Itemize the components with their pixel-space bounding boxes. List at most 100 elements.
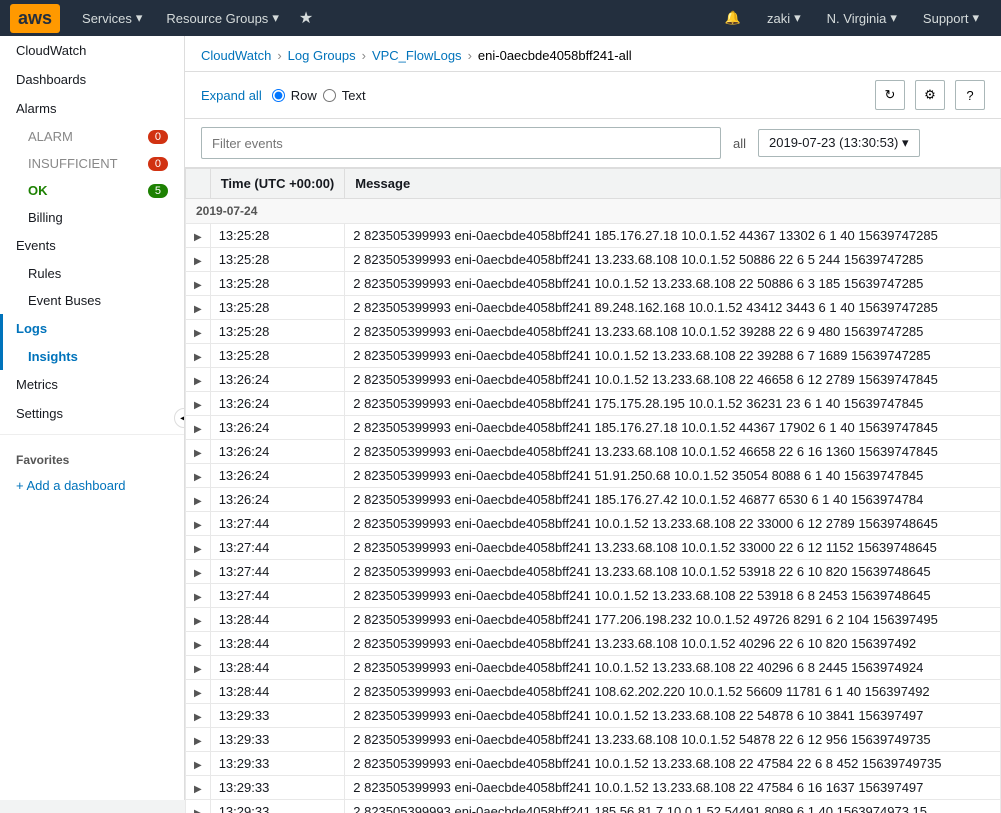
table-row[interactable]: ▶ 13:26:24 2 823505399993 eni-0aecbde405… (186, 440, 1001, 464)
breadcrumb-cloudwatch[interactable]: CloudWatch (201, 48, 271, 63)
log-time: 13:25:28 (210, 272, 345, 296)
sidebar-item-events[interactable]: Events (0, 231, 184, 260)
sidebar-item-settings[interactable]: Settings (0, 399, 184, 428)
expand-arrow-icon[interactable]: ▶ (194, 568, 202, 579)
log-message: 2 823505399993 eni-0aecbde4058bff241 10.… (345, 512, 1001, 536)
sidebar-item-ok[interactable]: OK 5 (0, 177, 184, 204)
expand-arrow-icon[interactable]: ▶ (194, 712, 202, 723)
expand-arrow-icon[interactable]: ▶ (194, 472, 202, 483)
breadcrumb-sep-1: › (277, 48, 281, 63)
table-row[interactable]: ▶ 13:29:33 2 823505399993 eni-0aecbde405… (186, 704, 1001, 728)
table-row[interactable]: ▶ 13:29:33 2 823505399993 eni-0aecbde405… (186, 728, 1001, 752)
text-radio-label[interactable]: Text (342, 88, 366, 103)
table-row[interactable]: ▶ 13:26:24 2 823505399993 eni-0aecbde405… (186, 416, 1001, 440)
table-row[interactable]: ▶ 13:26:24 2 823505399993 eni-0aecbde405… (186, 392, 1001, 416)
date-value: 2019-07-23 (13:30:53) ▾ (769, 135, 909, 151)
row-radio[interactable] (272, 89, 285, 102)
table-row[interactable]: ▶ 13:25:28 2 823505399993 eni-0aecbde405… (186, 296, 1001, 320)
table-row[interactable]: ▶ 13:28:44 2 823505399993 eni-0aecbde405… (186, 656, 1001, 680)
expand-arrow-icon[interactable]: ▶ (194, 496, 202, 507)
sidebar-item-alarms[interactable]: Alarms (0, 94, 184, 123)
services-menu[interactable]: Services ▾ (70, 0, 154, 36)
table-row[interactable]: ▶ 13:26:24 2 823505399993 eni-0aecbde405… (186, 368, 1001, 392)
expand-arrow-icon[interactable]: ▶ (194, 616, 202, 627)
table-row[interactable]: ▶ 13:25:28 2 823505399993 eni-0aecbde405… (186, 272, 1001, 296)
table-row[interactable]: ▶ 13:25:28 2 823505399993 eni-0aecbde405… (186, 224, 1001, 248)
table-row[interactable]: ▶ 13:27:44 2 823505399993 eni-0aecbde405… (186, 536, 1001, 560)
expand-arrow-icon[interactable]: ▶ (194, 544, 202, 555)
expand-arrow-icon[interactable]: ▶ (194, 352, 202, 363)
expand-arrow-icon[interactable]: ▶ (194, 400, 202, 411)
sidebar-item-metrics[interactable]: Metrics (0, 370, 184, 399)
region-menu[interactable]: N. Virginia ▾ (815, 0, 909, 36)
table-row[interactable]: ▶ 13:25:28 2 823505399993 eni-0aecbde405… (186, 248, 1001, 272)
table-row[interactable]: ▶ 13:29:33 2 823505399993 eni-0aecbde405… (186, 776, 1001, 800)
table-row[interactable]: ▶ 13:26:24 2 823505399993 eni-0aecbde405… (186, 488, 1001, 512)
refresh-button[interactable]: ↻ (875, 80, 905, 110)
log-time: 13:28:44 (210, 680, 345, 704)
expand-arrow-icon[interactable]: ▶ (194, 736, 202, 747)
expand-arrow-icon[interactable]: ▶ (194, 232, 202, 243)
table-row[interactable]: ▶ 13:28:44 2 823505399993 eni-0aecbde405… (186, 680, 1001, 704)
sidebar-item-logs[interactable]: Logs (0, 314, 184, 343)
log-message: 2 823505399993 eni-0aecbde4058bff241 175… (345, 392, 1001, 416)
expand-arrow-icon[interactable]: ▶ (194, 256, 202, 267)
expand-arrow-icon[interactable]: ▶ (194, 304, 202, 315)
table-row[interactable]: ▶ 13:28:44 2 823505399993 eni-0aecbde405… (186, 632, 1001, 656)
log-time: 13:25:28 (210, 248, 345, 272)
sidebar-item-insufficient[interactable]: INSUFFICIENT 0 (0, 150, 184, 177)
time-col-header: Time (UTC +00:00) (210, 169, 345, 199)
breadcrumb-sep-3: › (468, 48, 472, 63)
expand-arrow-icon[interactable]: ▶ (194, 784, 202, 795)
table-row[interactable]: ▶ 13:27:44 2 823505399993 eni-0aecbde405… (186, 584, 1001, 608)
log-table-wrapper: Time (UTC +00:00) Message 2019-07-24 ▶ 1… (185, 168, 1001, 813)
expand-arrow-icon[interactable]: ▶ (194, 688, 202, 699)
table-row[interactable]: ▶ 13:25:28 2 823505399993 eni-0aecbde405… (186, 344, 1001, 368)
add-dashboard-button[interactable]: + Add a dashboard (0, 471, 184, 500)
services-label: Services (82, 11, 132, 26)
log-message: 2 823505399993 eni-0aecbde4058bff241 13.… (345, 440, 1001, 464)
expand-arrow-icon[interactable]: ▶ (194, 376, 202, 387)
table-row[interactable]: ▶ 13:27:44 2 823505399993 eni-0aecbde405… (186, 560, 1001, 584)
log-time: 13:26:24 (210, 392, 345, 416)
expand-arrow-icon[interactable]: ▶ (194, 640, 202, 651)
table-row[interactable]: ▶ 13:28:44 2 823505399993 eni-0aecbde405… (186, 608, 1001, 632)
text-radio[interactable] (323, 89, 336, 102)
support-menu[interactable]: Support ▾ (911, 0, 991, 36)
expand-arrow-icon[interactable]: ▶ (194, 760, 202, 771)
bell-icon[interactable]: 🔔 (713, 0, 753, 36)
table-row[interactable]: ▶ 13:27:44 2 823505399993 eni-0aecbde405… (186, 512, 1001, 536)
row-radio-label[interactable]: Row (291, 88, 317, 103)
expand-arrow-icon[interactable]: ▶ (194, 592, 202, 603)
table-row[interactable]: ▶ 13:26:24 2 823505399993 eni-0aecbde405… (186, 464, 1001, 488)
settings-button[interactable]: ⚙ (915, 80, 945, 110)
expand-arrow-icon[interactable]: ▶ (194, 280, 202, 291)
date-picker-button[interactable]: 2019-07-23 (13:30:53) ▾ (758, 129, 920, 157)
resource-groups-label: Resource Groups (166, 11, 268, 26)
expand-arrow-icon[interactable]: ▶ (194, 448, 202, 459)
sidebar-item-billing[interactable]: Billing (0, 204, 184, 231)
sidebar-item-dashboards[interactable]: Dashboards (0, 65, 184, 94)
expand-arrow-icon[interactable]: ▶ (194, 520, 202, 531)
sidebar-item-insights[interactable]: Insights (0, 343, 184, 370)
expand-arrow-icon[interactable]: ▶ (194, 424, 202, 435)
sidebar-item-cloudwatch[interactable]: CloudWatch (0, 36, 184, 65)
expand-arrow-icon[interactable]: ▶ (194, 664, 202, 675)
breadcrumb-log-groups[interactable]: Log Groups (288, 48, 356, 63)
resource-groups-menu[interactable]: Resource Groups ▾ (154, 0, 290, 36)
expand-arrow-icon[interactable]: ▶ (194, 808, 202, 813)
sidebar-item-rules[interactable]: Rules (0, 260, 184, 287)
filter-input[interactable] (201, 127, 721, 159)
table-row[interactable]: ▶ 13:25:28 2 823505399993 eni-0aecbde405… (186, 320, 1001, 344)
sidebar-item-alarm[interactable]: ALARM 0 (0, 123, 184, 150)
table-row[interactable]: ▶ 13:29:33 2 823505399993 eni-0aecbde405… (186, 800, 1001, 813)
help-button[interactable]: ? (955, 80, 985, 110)
expand-arrow-icon[interactable]: ▶ (194, 328, 202, 339)
sidebar-item-event-buses[interactable]: Event Buses (0, 287, 184, 314)
favorites-star-icon[interactable]: ★ (291, 8, 321, 28)
expand-all-button[interactable]: Expand all (201, 88, 262, 103)
sidebar-metrics-label: Metrics (16, 377, 58, 392)
table-row[interactable]: ▶ 13:29:33 2 823505399993 eni-0aecbde405… (186, 752, 1001, 776)
breadcrumb-vpc-flowlogs[interactable]: VPC_FlowLogs (372, 48, 462, 63)
user-menu[interactable]: zaki ▾ (755, 0, 813, 36)
